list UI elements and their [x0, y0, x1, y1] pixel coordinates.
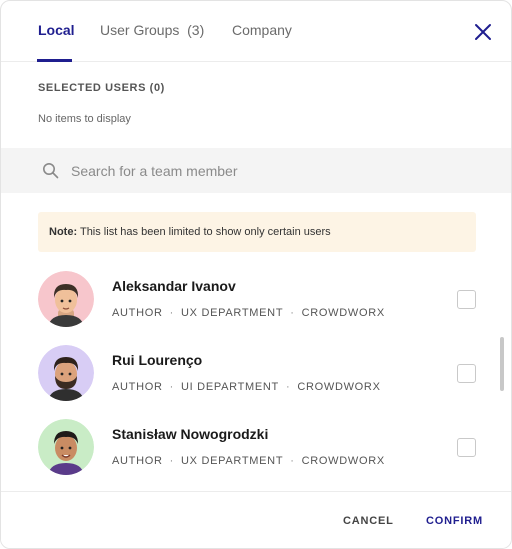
user-row[interactable]: Stanisław Nowogrodzki AUTHOR · UX DEPARTME… — [1, 419, 501, 493]
user-name: Stanisław Nowogrodzki — [112, 426, 269, 442]
search-icon — [43, 163, 59, 179]
avatar — [38, 419, 94, 475]
user-meta: AUTHOR · UX DEPARTMENT · CROWDWORX — [112, 455, 385, 467]
user-name: Rui Lourenço — [112, 352, 203, 368]
note-label: Note: — [49, 226, 78, 238]
user-role: AUTHOR — [112, 381, 163, 393]
user-company: CROWDWORX — [301, 307, 385, 319]
confirm-button[interactable]: CONFIRM — [426, 515, 483, 527]
user-role: AUTHOR — [112, 455, 163, 467]
tab-user-groups[interactable]: User Groups (3) — [100, 22, 204, 38]
tab-user-groups-label: User Groups — [100, 22, 180, 38]
user-select-checkbox[interactable] — [457, 290, 476, 309]
cancel-button[interactable]: CANCEL — [343, 515, 394, 527]
user-role: AUTHOR — [112, 307, 163, 319]
note-text: This list has been limited to show only … — [79, 226, 331, 238]
user-company: CROWDWORX — [297, 381, 381, 393]
tab-bar: Local User Groups (3) Company — [1, 1, 511, 62]
separator-dot: · — [169, 307, 175, 319]
user-select-checkbox[interactable] — [457, 364, 476, 383]
search-bar — [1, 148, 511, 193]
user-row[interactable]: Rui Lourenço AUTHOR · UI DEPARTMENT · CROWDW… — [1, 345, 501, 419]
user-select-checkbox[interactable] — [457, 438, 476, 457]
note-banner: Note: This list has been limited to show… — [38, 212, 476, 252]
search-input[interactable] — [71, 158, 471, 184]
close-icon[interactable] — [472, 21, 494, 43]
avatar — [38, 271, 94, 327]
user-row[interactable]: Aleksandar Ivanov AUTHOR · UX DEPARTMENT · C… — [1, 271, 501, 345]
tab-company[interactable]: Company — [232, 22, 292, 38]
active-tab-indicator — [37, 59, 72, 62]
selected-users-heading: SELECTED USERS (0) — [38, 82, 165, 94]
selected-users-empty-text: No items to display — [38, 113, 131, 125]
user-meta: AUTHOR · UX DEPARTMENT · CROWDWORX — [112, 307, 385, 319]
separator-dot: · — [290, 307, 295, 319]
tab-user-groups-count: (3) — [187, 22, 205, 38]
separator-dot: · — [169, 455, 175, 467]
user-department: UX DEPARTMENT — [181, 455, 284, 467]
separator-dot: · — [285, 381, 291, 393]
separator-dot: · — [169, 381, 175, 393]
tab-local[interactable]: Local — [38, 22, 75, 38]
user-name: Aleksandar Ivanov — [112, 278, 236, 294]
user-meta: AUTHOR · UI DEPARTMENT · CROWDWORX — [112, 381, 381, 393]
add-users-modal: Local User Groups (3) Company SELECTED U… — [0, 0, 512, 549]
separator-dot: · — [290, 455, 295, 467]
avatar — [38, 345, 94, 401]
user-department: UI DEPARTMENT — [181, 381, 279, 393]
modal-footer: CANCEL CONFIRM — [1, 491, 511, 548]
user-company: CROWDWORX — [301, 455, 385, 467]
user-department: UX DEPARTMENT — [181, 307, 284, 319]
list-scrollbar[interactable] — [500, 337, 504, 391]
